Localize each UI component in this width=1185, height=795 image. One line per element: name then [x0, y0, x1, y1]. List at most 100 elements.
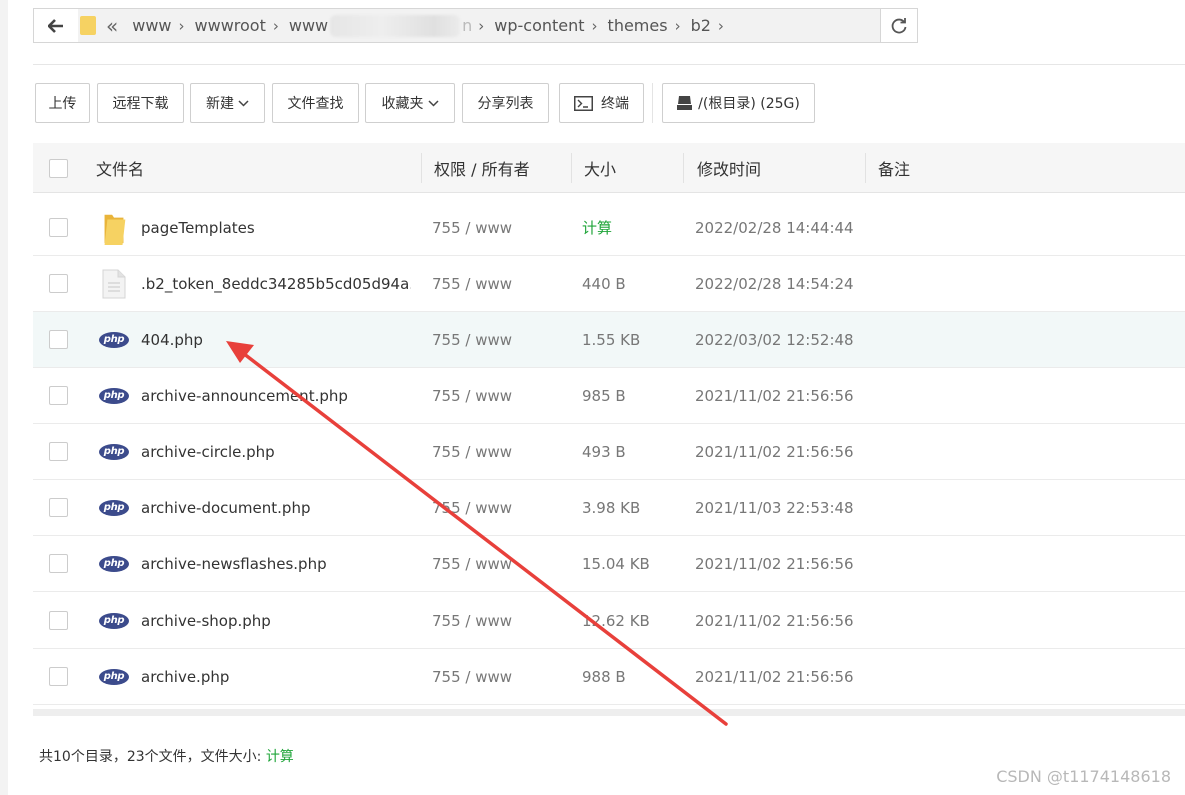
row-checkbox[interactable] — [49, 611, 68, 630]
column-separator — [683, 153, 684, 183]
disk-label: /(根目录) (25G) — [698, 96, 800, 112]
file-size: 12.62 KB — [582, 611, 650, 630]
table-row[interactable]: php archive-shop.php 755 / www 12.62 KB … — [33, 593, 1185, 649]
php-file-icon: php — [99, 499, 129, 516]
breadcrumb: « www › wwwroot › www n › wp-content › t… — [78, 9, 881, 42]
php-file-icon: php — [99, 387, 129, 404]
chevron-right-icon: › — [178, 16, 185, 35]
chevron-right-icon: › — [591, 16, 598, 35]
horizontal-scrollbar[interactable] — [33, 709, 1185, 716]
breadcrumb-item[interactable]: themes — [600, 16, 673, 35]
file-name[interactable]: archive-circle.php — [141, 424, 411, 479]
toolbar-divider — [652, 83, 653, 123]
file-mtime: 2021/11/02 21:56:56 — [695, 442, 854, 461]
file-mtime: 2021/11/02 21:56:56 — [695, 554, 854, 573]
row-checkbox[interactable] — [49, 498, 68, 517]
file-name[interactable]: archive.php — [141, 649, 411, 704]
new-dropdown-button[interactable]: 新建 — [190, 83, 265, 123]
find-file-button[interactable]: 文件查找 — [272, 83, 359, 123]
footer-summary: 共10个目录，23个文件，文件大小: 计算 — [39, 746, 294, 766]
file-permission[interactable]: 755 / www — [432, 536, 562, 591]
column-header-size[interactable]: 大小 — [584, 143, 616, 193]
file-size: 1.55 KB — [582, 330, 641, 349]
breadcrumb-item[interactable]: b2 — [683, 16, 716, 35]
file-permission[interactable]: 755 / www — [432, 593, 562, 648]
breadcrumb-item[interactable]: www — [124, 16, 176, 35]
table-row[interactable]: php archive-circle.php 755 / www 493 B 2… — [33, 424, 1185, 480]
table-row[interactable]: php archive-newsflashes.php 755 / www 15… — [33, 536, 1185, 592]
table-row[interactable]: php archive-document.php 755 / www 3.98 … — [33, 480, 1185, 536]
table-row[interactable]: php 404.php 755 / www 1.55 KB 2022/03/02… — [33, 312, 1185, 368]
file-mtime: 2022/02/28 14:54:24 — [695, 274, 854, 293]
file-size: 493 B — [582, 442, 626, 461]
file-name[interactable]: archive-announcement.php — [141, 368, 411, 423]
file-permission[interactable]: 755 / www — [432, 312, 562, 367]
chevron-down-icon — [238, 99, 249, 107]
chevron-right-icon: › — [478, 16, 485, 35]
share-list-button[interactable]: 分享列表 — [462, 83, 549, 123]
overflow-icon[interactable]: « — [102, 14, 124, 38]
file-permission[interactable]: 755 / www — [432, 368, 562, 423]
file-name[interactable]: .b2_token_8eddc34285b5cd05d94a... — [141, 256, 411, 311]
file-table-header: 文件名 权限 / 所有者 大小 修改时间 备注 — [33, 143, 1185, 193]
file-size: 985 B — [582, 386, 626, 405]
folder-icon — [104, 214, 126, 245]
row-checkbox[interactable] — [49, 218, 68, 237]
row-checkbox[interactable] — [49, 442, 68, 461]
column-header-name[interactable]: 文件名 — [96, 143, 144, 193]
share-list-label: 分享列表 — [477, 96, 534, 112]
breadcrumb-item[interactable]: wwwroot — [187, 16, 271, 35]
breadcrumb-item[interactable]: www — [281, 16, 328, 35]
left-edge-strip — [0, 0, 8, 795]
remote-download-label: 远程下载 — [112, 96, 169, 112]
select-all-checkbox[interactable] — [49, 159, 68, 178]
file-name[interactable]: pageTemplates — [141, 200, 411, 255]
upload-label: 上传 — [48, 96, 77, 112]
row-checkbox[interactable] — [49, 330, 68, 349]
file-mtime: 2021/11/03 22:53:48 — [695, 498, 854, 517]
upload-button[interactable]: 上传 — [35, 83, 90, 123]
breadcrumb-item[interactable]: wp-content — [486, 16, 589, 35]
file-name[interactable]: archive-newsflashes.php — [141, 536, 411, 591]
table-row[interactable]: php archive.php 755 / www 988 B 2021/11/… — [33, 649, 1185, 705]
file-name[interactable]: archive-document.php — [141, 480, 411, 535]
row-checkbox[interactable] — [49, 386, 68, 405]
table-row[interactable]: pageTemplates 755 / www 计算 2022/02/28 14… — [33, 200, 1185, 256]
terminal-button[interactable]: 终端 — [559, 83, 644, 123]
find-file-label: 文件查找 — [287, 96, 344, 112]
file-permission[interactable]: 755 / www — [432, 480, 562, 535]
divider — [33, 64, 1185, 65]
row-checkbox[interactable] — [49, 274, 68, 293]
file-permission[interactable]: 755 / www — [432, 200, 562, 255]
file-size: 3.98 KB — [582, 498, 641, 517]
refresh-button[interactable] — [880, 9, 917, 42]
breadcrumb-item-tail[interactable]: n — [462, 16, 476, 35]
row-checkbox[interactable] — [49, 554, 68, 573]
back-button[interactable] — [34, 9, 79, 42]
terminal-label: 终端 — [601, 96, 629, 112]
summary-text: 共10个目录，23个文件，文件大小: — [39, 749, 262, 765]
calculate-size-link[interactable]: 计算 — [582, 200, 692, 255]
table-row[interactable]: .b2_token_8eddc34285b5cd05d94a... 755 / … — [33, 256, 1185, 312]
row-checkbox[interactable] — [49, 667, 68, 686]
favorites-dropdown-button[interactable]: 收藏夹 — [365, 83, 455, 123]
column-header-note: 备注 — [878, 160, 911, 179]
remote-download-button[interactable]: 远程下载 — [97, 83, 184, 123]
file-mtime: 2021/11/02 21:56:56 — [695, 386, 854, 405]
column-header-mtime[interactable]: 修改时间 — [697, 143, 761, 193]
file-name[interactable]: archive-shop.php — [141, 593, 411, 648]
file-name[interactable]: 404.php — [141, 312, 411, 367]
file-permission[interactable]: 755 / www — [432, 256, 562, 311]
row-icon: php — [97, 536, 131, 591]
table-row[interactable]: php archive-announcement.php 755 / www 9… — [33, 368, 1185, 424]
file-permission[interactable]: 755 / www — [432, 649, 562, 704]
hard-disk-icon — [677, 96, 693, 110]
file-permission[interactable]: 755 / www — [432, 424, 562, 479]
folder-icon — [80, 16, 96, 35]
disk-button[interactable]: /(根目录) (25G) — [662, 83, 815, 123]
calculate-total-size-link[interactable]: 计算 — [266, 749, 294, 765]
chevron-down-icon — [427, 99, 439, 107]
column-header-permission[interactable]: 权限 / 所有者 — [434, 143, 530, 193]
file-mtime: 2022/03/02 12:52:48 — [695, 330, 854, 349]
redacted-path-segment — [330, 14, 461, 37]
